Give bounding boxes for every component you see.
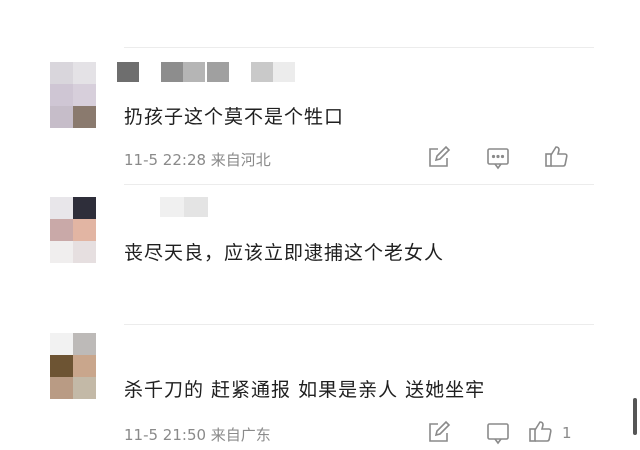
divider bbox=[124, 324, 594, 325]
divider bbox=[124, 184, 594, 185]
comment-meta: 11-5 22:28 来自河北 bbox=[124, 151, 271, 169]
like-icon[interactable] bbox=[544, 143, 570, 169]
edit-icon[interactable] bbox=[425, 420, 451, 446]
edit-icon[interactable] bbox=[425, 145, 451, 171]
scrollbar[interactable] bbox=[633, 398, 637, 435]
like-icon[interactable] bbox=[528, 418, 554, 444]
avatar[interactable] bbox=[50, 197, 96, 263]
divider bbox=[124, 47, 594, 48]
comment-text: 杀千刀的 赶紧通报 如果是亲人 送她坐牢 bbox=[124, 379, 486, 401]
username-blurred[interactable] bbox=[117, 62, 302, 82]
reply-icon[interactable] bbox=[485, 145, 511, 171]
reply-icon[interactable] bbox=[485, 420, 511, 446]
comment-text: 扔孩子这个莫不是个牲口 bbox=[124, 106, 345, 128]
username-blurred[interactable] bbox=[160, 197, 210, 217]
comment-text: 丧尽天良，应该立即逮捕这个老女人 bbox=[124, 242, 445, 264]
avatar[interactable] bbox=[50, 62, 96, 128]
like-count: 1 bbox=[562, 424, 572, 442]
avatar[interactable] bbox=[50, 333, 96, 399]
